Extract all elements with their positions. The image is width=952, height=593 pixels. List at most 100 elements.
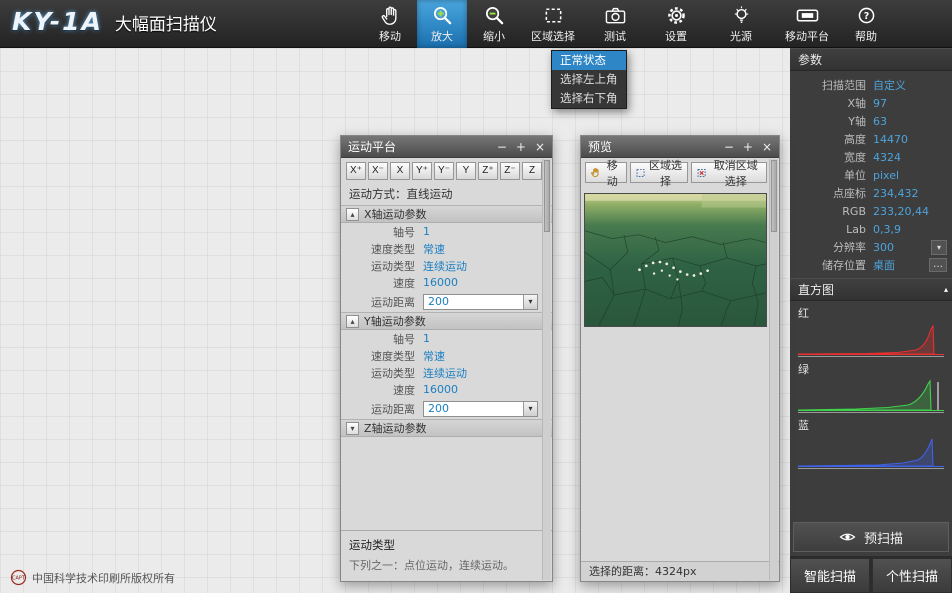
gear-icon [666, 4, 687, 27]
axis-y-minus-button[interactable]: Y⁻ [434, 162, 454, 180]
param-label: 点座标 [790, 185, 866, 201]
toolbar-settings-button[interactable]: 设置 [645, 0, 707, 48]
eye-icon [839, 531, 856, 543]
param-value: 234,432 [873, 187, 919, 200]
close-button[interactable]: × [762, 137, 772, 157]
scrollbar-thumb[interactable] [544, 160, 550, 232]
preview-image[interactable] [584, 193, 767, 327]
scroll-up-icon[interactable]: ▴ [944, 279, 948, 301]
browse-button[interactable]: … [929, 258, 947, 272]
histogram-section-header[interactable]: 直方图 ▴ [790, 278, 952, 301]
param-label: 储存位置 [790, 257, 866, 273]
region-select-icon [543, 4, 564, 27]
field-row: 运动类型 连续运动 [341, 257, 552, 274]
toolbar-region-select-button[interactable]: 区域选择 [521, 0, 585, 48]
smart-scan-button[interactable]: 智能扫描 [790, 558, 870, 593]
parameter-sidebar: 参数 扫描范围 自定义 X轴 97 Y轴 63 高度 14470 宽度 4324… [790, 48, 952, 593]
y-distance-dropdown[interactable]: 200 ▾ [423, 401, 538, 417]
histogram-header-label: 直方图 [798, 283, 834, 297]
param-value[interactable]: 自定义 [873, 77, 906, 93]
preview-region-select-button[interactable]: 区域选择 [630, 162, 689, 183]
axis-y-plus-button[interactable]: Y⁺ [412, 162, 432, 180]
chevron-down-icon[interactable]: ▾ [523, 295, 537, 309]
field-label: 轴号 [341, 224, 415, 240]
x-distance-dropdown[interactable]: 200 ▾ [423, 294, 538, 310]
maximize-button[interactable]: + [743, 137, 753, 157]
field-row: 速度 16000 [341, 381, 552, 398]
field-value[interactable]: 16000 [423, 383, 458, 396]
field-value[interactable]: 连续运动 [423, 365, 467, 381]
motion-panel-empty-area [341, 437, 552, 530]
scrollbar-thumb[interactable] [771, 160, 777, 232]
param-row-y-axis: Y轴 63 [790, 112, 952, 130]
minimize-button[interactable]: − [724, 137, 734, 157]
prescan-button[interactable]: 预扫描 [793, 522, 949, 552]
field-value[interactable]: 16000 [423, 276, 458, 289]
field-value[interactable]: 1 [423, 225, 430, 238]
param-value[interactable]: pixel [873, 169, 899, 182]
collapse-up-icon: ▴ [346, 315, 359, 328]
toolbar-help-button[interactable]: ? 帮助 [839, 0, 893, 48]
param-row-unit: 单位 pixel [790, 166, 952, 184]
cancel-region-icon [697, 167, 706, 179]
field-label: 速度 [341, 275, 415, 291]
param-row-width: 宽度 4324 [790, 148, 952, 166]
param-value[interactable]: 4324 [873, 151, 901, 164]
histogram-red-chart [798, 323, 944, 357]
param-value[interactable]: 300 [873, 241, 894, 254]
param-label: 宽度 [790, 149, 866, 165]
minimize-button[interactable]: − [497, 137, 507, 157]
preview-cancel-region-button[interactable]: 取消区域选择 [691, 162, 767, 183]
histogram-red: 红 [790, 301, 952, 357]
axis-z-button[interactable]: Z [522, 162, 542, 180]
field-value[interactable]: 1 [423, 332, 430, 345]
close-button[interactable]: × [535, 137, 545, 157]
motion-panel-scrollbar[interactable] [542, 159, 551, 580]
menu-item-normal-state[interactable]: 正常状态 [552, 51, 626, 70]
maximize-button[interactable]: + [516, 137, 526, 157]
axis-jog-buttons: X⁺ X⁻ X Y⁺ Y⁻ Y Z⁺ Z⁻ Z [341, 158, 552, 184]
y-axis-section-header[interactable]: ▴ Y轴运动参数 [341, 312, 552, 330]
field-value[interactable]: 常速 [423, 348, 445, 364]
motion-panel-titlebar[interactable]: 运动平台 − + × [341, 136, 552, 158]
field-value[interactable]: 常速 [423, 241, 445, 257]
toolbar-move-button[interactable]: 移动 [363, 0, 417, 48]
param-label: 单位 [790, 167, 866, 183]
preview-panel-titlebar[interactable]: 预览 − + × [581, 136, 779, 158]
resolution-dropdown-button[interactable]: ▾ [931, 240, 947, 255]
preview-panel-scrollbar[interactable] [769, 159, 778, 580]
axis-z-minus-button[interactable]: Z⁻ [500, 162, 520, 180]
axis-x-plus-button[interactable]: X⁺ [346, 162, 366, 180]
scan-buttons: 智能扫描 个性扫描 [790, 556, 952, 593]
param-row-rgb: RGB 233,20,44 [790, 202, 952, 220]
param-value[interactable]: 桌面 [873, 257, 895, 273]
x-axis-section-header[interactable]: ▴ X轴运动参数 [341, 205, 552, 223]
axis-z-plus-button[interactable]: Z⁺ [478, 162, 498, 180]
preview-toolbar: 移动 区域选择 取消区域选择 [581, 158, 779, 187]
toolbar-zoom-out-button[interactable]: 缩小 [467, 0, 521, 48]
toolbar-light-source-button[interactable]: 光源 [707, 0, 775, 48]
axis-x-button[interactable]: X [390, 162, 410, 180]
menu-item-select-top-left[interactable]: 选择左上角 [552, 70, 626, 89]
param-row-save-location: 储存位置 桌面 … [790, 256, 952, 274]
axis-y-button[interactable]: Y [456, 162, 476, 180]
chevron-down-icon[interactable]: ▾ [523, 402, 537, 416]
toolbar-zoom-in-button[interactable]: 放大 [417, 0, 467, 48]
app-logo-text: KY-1A [12, 7, 103, 36]
field-label: 轴号 [341, 331, 415, 347]
histogram-red-label: 红 [798, 305, 944, 321]
param-value[interactable]: 63 [873, 115, 887, 128]
custom-scan-button[interactable]: 个性扫描 [872, 558, 952, 593]
param-value[interactable]: 14470 [873, 133, 908, 146]
scanned-photo [585, 194, 766, 326]
help-title: 运动类型 [349, 537, 544, 553]
axis-x-minus-button[interactable]: X⁻ [368, 162, 388, 180]
param-label: 分辨率 [790, 239, 866, 255]
preview-move-button[interactable]: 移动 [585, 162, 627, 183]
menu-item-select-bottom-right[interactable]: 选择右下角 [552, 89, 626, 108]
field-value[interactable]: 连续运动 [423, 258, 467, 274]
z-axis-section-header[interactable]: ▾ Z轴运动参数 [341, 419, 552, 437]
toolbar-motion-platform-button[interactable]: 移动平台 [775, 0, 839, 48]
param-value[interactable]: 97 [873, 97, 887, 110]
toolbar-test-button[interactable]: 测试 [585, 0, 645, 48]
